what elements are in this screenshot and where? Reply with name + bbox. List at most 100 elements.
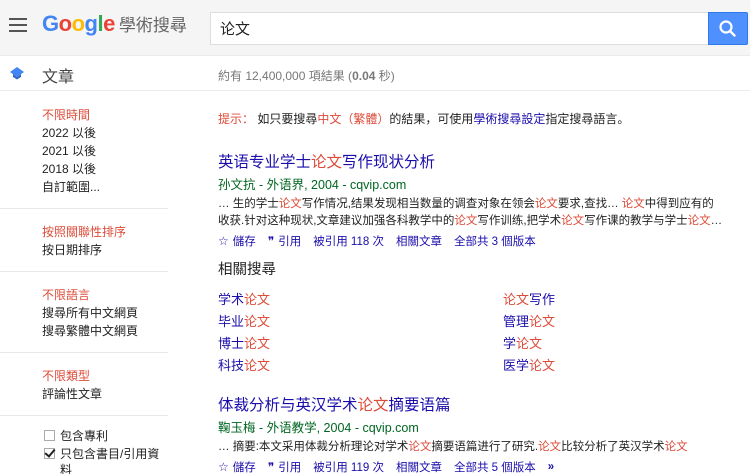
star-icon: ☆ (218, 460, 229, 474)
snippet-text: … 摘要:本文采用体裁分析理论对学术 (218, 441, 409, 453)
cited-by-link[interactable]: 被引用 118 次 (313, 233, 384, 249)
results-subbar: 文章 約有 12,400,000 項結果 (0.04 秒) (0, 57, 750, 91)
filter-any-time[interactable]: 不限時間 (42, 106, 168, 124)
rel-highlight: 论文 (244, 358, 271, 373)
related-articles-link[interactable]: 相關文章 (396, 233, 442, 249)
title-highlight: 论文 (311, 154, 343, 171)
tip-text-mid: 的結果，可使用 (389, 112, 474, 126)
snippet-text: … 生的学士 (218, 198, 279, 210)
quote-icon: ❞ (267, 234, 275, 248)
snippet-text: 写作训练,把学术 (477, 215, 562, 227)
snippet-line-2: 收获.针对这种现状,文章建议加强各科教学中的论文写作训练,把学术论文写作课的教学… (218, 213, 748, 230)
all-versions-link[interactable]: 全部共 5 個版本 (454, 459, 536, 474)
all-versions-link[interactable]: 全部共 3 個版本 (454, 233, 536, 249)
snippet-highlight: 论文 (664, 441, 688, 453)
related-search-link[interactable]: 学论文 (503, 333, 542, 352)
cite-button[interactable]: ❞ 引用 (268, 233, 301, 249)
sort-filter: 按照關聯性排序 按日期排序 (0, 209, 168, 272)
snippet-highlight: 论文 (278, 198, 302, 210)
related-searches-grid: 学术论文 论文写作 毕业论文 管理论文 博士论文 学论文 科技论文 医学论文 (218, 289, 748, 377)
snippet-text: 摘要语篇进行了研究. (431, 441, 539, 453)
related-search-link[interactable]: 论文写作 (503, 289, 555, 308)
result-snippet: … 生的学士论文写作情况,结果发现相当数量的调查对象在领会论文要求,查找… 论文… (218, 196, 748, 230)
snippet-line-1: … 生的学士论文写作情况,结果发现相当数量的调查对象在领会论文要求,查找… 论文… (218, 196, 748, 213)
result-meta: 鞠玉梅 - 外语教学, 2004 - cqvip.com (218, 421, 419, 435)
rel-highlight: 论文 (503, 292, 530, 307)
save-label: 儲存 (232, 236, 256, 248)
rel-text: 写作 (529, 292, 556, 307)
time-filter: 不限時間 2022 以後 2021 以後 2018 以後 自訂範圍... (0, 92, 168, 209)
logo-letter-o2: o (71, 11, 85, 36)
rel-text: 学术 (218, 292, 245, 307)
title-part: 写作现状分析 (342, 154, 436, 171)
tip-text-lang: 中文（繁體） (317, 112, 390, 126)
results-stats: 約有 12,400,000 項結果 (0.04 秒) (218, 67, 395, 84)
cited-by-link[interactable]: 被引用 119 次 (313, 459, 384, 474)
stats-prefix: 約有 12,400,000 項結果 ( (218, 69, 353, 83)
checkbox-checked[interactable] (44, 448, 55, 459)
search-result: 英语专业学士论文写作现状分析 孙文抗 - 外语界, 2004 - cqvip.c… (218, 150, 748, 249)
top-header: Google 學術搜尋 (0, 0, 750, 56)
search-button[interactable] (708, 12, 748, 45)
snippet-highlight: 论文 (561, 215, 585, 227)
save-button[interactable]: ☆ 儲存 (218, 233, 256, 249)
title-part: 体裁分析与英汉学术 (218, 397, 358, 414)
snippet-text: 要求,查找… (557, 198, 622, 210)
result-title-link[interactable]: 体裁分析与英汉学术论文摘要语篇 (218, 393, 748, 415)
related-search-link[interactable]: 毕业论文 (218, 311, 270, 330)
tip-text-pre: 如只要搜尋 (257, 112, 318, 126)
filter-any-type[interactable]: 不限類型 (42, 367, 168, 385)
related-search-link[interactable]: 管理论文 (503, 311, 555, 330)
sort-by-relevance[interactable]: 按照關聯性排序 (42, 223, 168, 241)
filter-since-2022[interactable]: 2022 以後 (42, 124, 168, 142)
related-searches: 相關搜尋 学术论文 论文写作 毕业论文 管理论文 博士论文 学论文 科技论文 医… (218, 258, 748, 377)
cite-button[interactable]: ❞ 引用 (268, 459, 301, 474)
sort-by-date[interactable]: 按日期排序 (42, 241, 168, 259)
include-citations-checkbox[interactable]: 只包含書目/引用資料 (42, 446, 168, 474)
search-box (210, 12, 708, 45)
checkbox-unchecked[interactable] (44, 430, 55, 441)
filter-all-chinese[interactable]: 搜尋所有中文網頁 (42, 304, 168, 322)
related-articles-link[interactable]: 相關文章 (396, 459, 442, 474)
include-patents-label: 包含專利 (60, 429, 109, 443)
snippet-text: 写作课的教学与学士 (584, 215, 688, 227)
result-actions: ☆ 儲存 ❞ 引用 被引用 118 次 相關文章 全部共 3 個版本 (218, 233, 748, 249)
logo-letter-g2: g (84, 11, 98, 36)
snippet-highlight: 论文 (454, 215, 478, 227)
logo-letter-g: G (42, 11, 59, 36)
save-label: 儲存 (232, 462, 256, 474)
scholar-settings-link[interactable]: 學術搜尋設定 (473, 112, 545, 126)
filter-since-2018[interactable]: 2018 以後 (42, 160, 168, 178)
cite-label: 引用 (278, 236, 302, 248)
rel-text: 管理 (503, 314, 530, 329)
hamburger-icon[interactable] (9, 18, 27, 32)
logo-letter-e: e (103, 11, 115, 36)
rel-highlight: 论文 (244, 314, 271, 329)
include-patents-checkbox[interactable]: 包含專利 (42, 428, 168, 444)
save-button[interactable]: ☆ 儲存 (218, 459, 256, 474)
related-search-link[interactable]: 博士论文 (218, 333, 270, 352)
related-search-link[interactable]: 科技论文 (218, 355, 270, 374)
include-citations-label: 只包含書目/引用資料 (60, 447, 160, 474)
double-chevron-icon[interactable]: » (548, 461, 554, 473)
result-meta: 孙文抗 - 外语界, 2004 - cqvip.com (218, 178, 407, 192)
title-highlight: 论文 (357, 397, 389, 414)
rel-text: 学 (503, 336, 517, 351)
related-search-link[interactable]: 医学论文 (503, 355, 555, 374)
filter-since-2021[interactable]: 2021 以後 (42, 142, 168, 160)
filter-any-language[interactable]: 不限語言 (42, 286, 168, 304)
related-search-link[interactable]: 学术论文 (218, 289, 270, 308)
snippet-highlight: 论文 (687, 215, 711, 227)
cite-label: 引用 (278, 462, 302, 474)
logo-letter-o1: o (58, 11, 72, 36)
rel-text: 博士 (218, 336, 245, 351)
section-title: 文章 (42, 69, 75, 86)
search-input[interactable] (211, 13, 708, 44)
filter-review-articles[interactable]: 評論性文章 (42, 385, 168, 403)
logo[interactable]: Google 學術搜尋 (42, 11, 187, 43)
filter-custom-range[interactable]: 自訂範圍... (42, 178, 168, 196)
rel-text: 毕业 (218, 314, 245, 329)
rel-highlight: 论文 (516, 336, 543, 351)
result-title-link[interactable]: 英语专业学士论文写作现状分析 (218, 150, 748, 172)
filter-traditional-chinese[interactable]: 搜尋繁體中文網頁 (42, 322, 168, 340)
